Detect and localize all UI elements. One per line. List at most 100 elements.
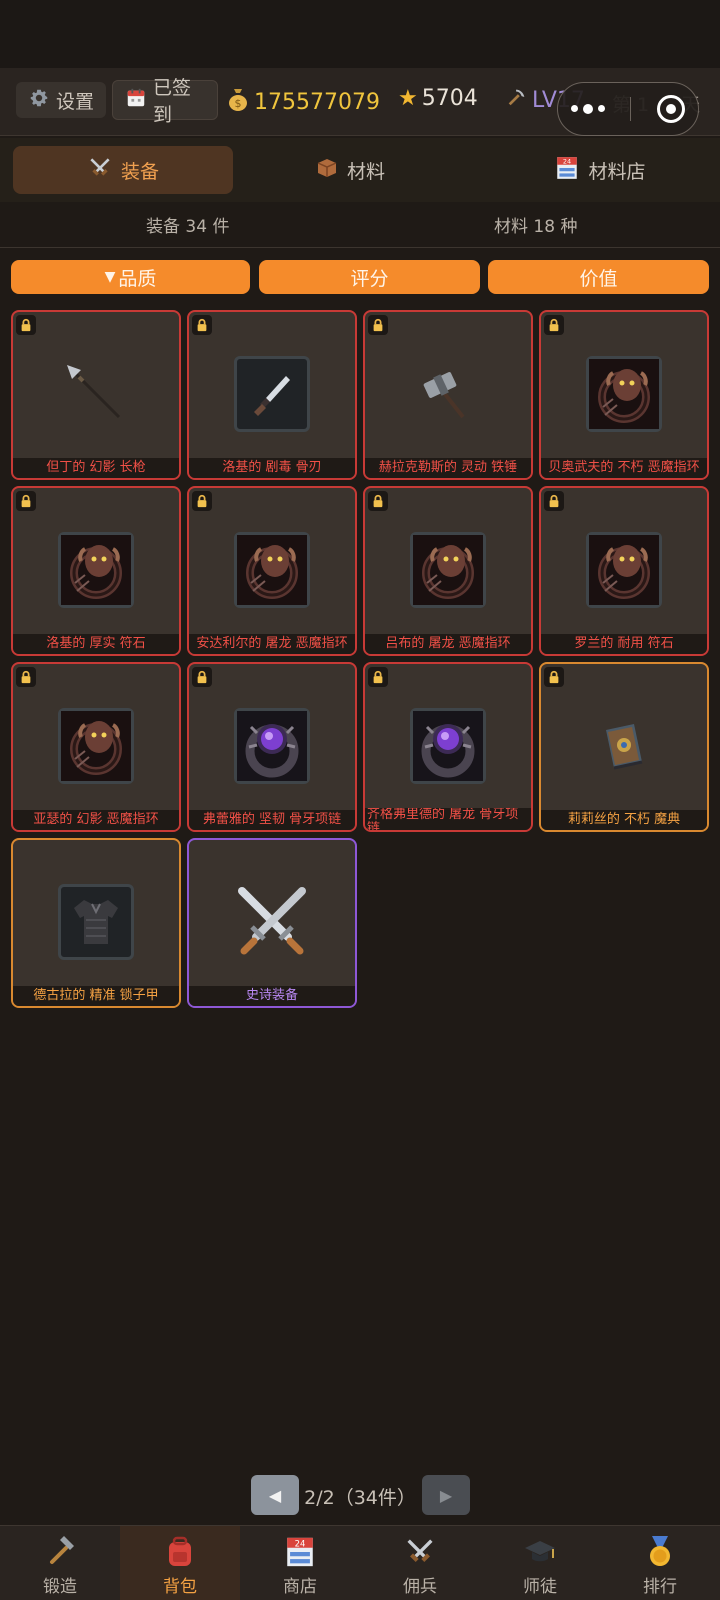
item-card[interactable]: 弗蕾雅的 坚韧 骨牙项链 (187, 662, 357, 832)
item-name: 但丁的 幻影 长枪 (13, 458, 179, 478)
item-card[interactable]: 赫拉克勒斯的 灵动 铁锤 (363, 310, 533, 480)
tab-label: 材料店 (588, 160, 646, 183)
spear-icon (58, 356, 134, 432)
nav-label: 师徒 (523, 1577, 557, 1597)
lock-icon[interactable] (368, 315, 388, 335)
nav-mentorship[interactable]: 师徒 (480, 1526, 600, 1600)
lock-icon[interactable] (192, 667, 212, 687)
demon-ring-icon (58, 532, 134, 608)
close-miniprogram-icon[interactable] (657, 95, 686, 123)
item-name: 亚瑟的 幻影 恶魔指环 (13, 810, 179, 830)
lock-icon[interactable] (368, 667, 388, 687)
sign-in-button[interactable]: 已签到 (112, 77, 218, 126)
tab-materials[interactable]: 材料 (240, 146, 460, 194)
demon-ring-icon (410, 532, 486, 608)
nav-label: 背包 (163, 1577, 197, 1597)
lock-icon[interactable] (544, 491, 564, 511)
tab-equipment[interactable]: 装备 (13, 146, 233, 194)
tab-material-store[interactable]: 24 材料店 (490, 146, 710, 194)
money-bag-icon: $ (226, 86, 250, 118)
item-name: 洛基的 厚实 符石 (13, 634, 179, 654)
sort-label: 评分 (350, 267, 389, 290)
star-counter: ★ 5704 (398, 86, 478, 111)
sort-quality-button[interactable]: ▼ 品质 (11, 260, 250, 294)
sort-label: 价值 (579, 267, 618, 290)
item-name: 赫拉克勒斯的 灵动 铁锤 (365, 458, 531, 478)
item-card[interactable]: 齐格弗里德的 屠龙 骨牙项链 (363, 662, 533, 832)
sort-label: 品质 (118, 267, 157, 290)
gear-icon (28, 87, 50, 114)
star-icon: ★ (398, 86, 418, 111)
miniprogram-capsule (557, 82, 699, 136)
item-card[interactable]: 亚瑟的 幻影 恶魔指环 (11, 662, 181, 832)
sort-desc-icon: ▼ (104, 269, 116, 285)
item-card[interactable]: 安达利尔的 屠龙 恶魔指环 (187, 486, 357, 656)
lock-icon[interactable] (16, 667, 36, 687)
backpack-icon (162, 1532, 198, 1572)
crossed-swords-icon (229, 878, 315, 964)
equipment-count: 装备 34 件 (146, 217, 230, 237)
next-page-button[interactable]: ▶ (422, 1475, 470, 1515)
prev-page-button[interactable]: ◀ (251, 1475, 299, 1515)
inventory-counts: 装备 34 件 材料 18 种 (0, 202, 720, 248)
settings-label: 设置 (56, 90, 95, 113)
item-name: 史诗装备 (189, 986, 355, 1006)
more-menu-icon[interactable] (570, 103, 605, 114)
bone-blade-icon (234, 356, 310, 432)
demon-ring-icon (586, 532, 662, 608)
star-amount: 5704 (421, 86, 478, 111)
item-card[interactable]: 但丁的 幻影 长枪 (11, 310, 181, 480)
lock-icon[interactable] (544, 667, 564, 687)
calendar-icon (125, 87, 147, 114)
crossed-swords-icon (87, 155, 113, 186)
demon-ring-icon (234, 532, 310, 608)
item-name: 罗兰的 耐用 符石 (541, 634, 707, 654)
nav-backpack[interactable]: 背包 (120, 1526, 240, 1600)
category-tabs: 装备 材料 24 材料店 (0, 138, 720, 202)
demon-ring-icon (58, 708, 134, 784)
tab-label: 材料 (346, 160, 385, 183)
item-card[interactable]: 莉莉丝的 不朽 魔典 (539, 662, 709, 832)
tome-icon (586, 708, 662, 784)
sort-value-button[interactable]: 价值 (488, 260, 709, 294)
item-card[interactable]: 洛基的 厚实 符石 (11, 486, 181, 656)
item-card[interactable]: 德古拉的 精准 锁子甲 (11, 838, 181, 1008)
nav-ranking[interactable]: 排行 (600, 1526, 720, 1600)
material-count: 材料 18 种 (494, 217, 578, 237)
gold-amount: 175577079 (254, 89, 380, 115)
lock-icon[interactable] (192, 491, 212, 511)
gold-counter: $ 175577079 (226, 86, 380, 118)
status-bar-area (0, 0, 720, 68)
item-card[interactable]: 贝奥武夫的 不朽 恶魔指环 (539, 310, 709, 480)
lock-icon[interactable] (368, 491, 388, 511)
store-icon: 24 (283, 1532, 317, 1572)
item-card-epic[interactable]: 史诗装备 (187, 838, 357, 1008)
nav-shop[interactable]: 24 商店 (240, 1526, 360, 1600)
svg-text:$: $ (235, 97, 242, 110)
nav-label: 商店 (283, 1577, 317, 1597)
chevron-left-icon: ◀ (268, 1485, 282, 1505)
graduation-cap-icon (522, 1532, 558, 1572)
item-card[interactable]: 吕布的 屠龙 恶魔指环 (363, 486, 533, 656)
medal-icon (642, 1532, 678, 1572)
lock-icon[interactable] (192, 315, 212, 335)
item-card[interactable]: 洛基的 剧毒 骨刃 (187, 310, 357, 480)
item-card[interactable]: 罗兰的 耐用 符石 (539, 486, 709, 656)
item-name: 德古拉的 精准 锁子甲 (13, 986, 179, 1006)
nav-forge[interactable]: 锻造 (0, 1526, 120, 1600)
lock-icon[interactable] (16, 315, 36, 335)
purple-gem-ring-icon (234, 708, 310, 784)
demon-ring-icon (586, 356, 662, 432)
lock-icon[interactable] (544, 315, 564, 335)
bottom-nav: 锻造 背包 24 商店 佣兵 师徒 排行 (0, 1525, 720, 1600)
nav-label: 锻造 (43, 1577, 77, 1597)
item-name: 齐格弗里德的 屠龙 骨牙项链 (365, 808, 531, 830)
lock-icon[interactable] (16, 491, 36, 511)
box-icon (315, 156, 339, 185)
sort-score-button[interactable]: 评分 (259, 260, 480, 294)
item-name: 安达利尔的 屠龙 恶魔指环 (189, 634, 355, 654)
nav-mercenary[interactable]: 佣兵 (360, 1526, 480, 1600)
purple-gem-ring-icon (410, 708, 486, 784)
settings-button[interactable]: 设置 (16, 82, 106, 118)
nav-label: 佣兵 (403, 1577, 437, 1597)
